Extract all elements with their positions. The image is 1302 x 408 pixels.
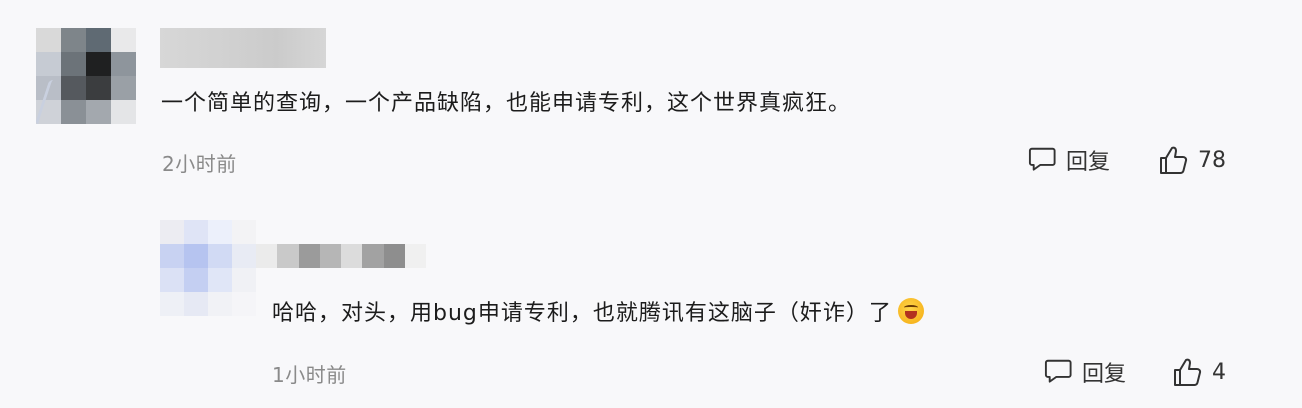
username-mosaic-cell	[404, 244, 426, 268]
avatar-mosaic-cell	[61, 52, 86, 76]
avatar-mosaic-cell	[232, 244, 256, 268]
avatar-mosaic-cell	[208, 292, 232, 316]
comment-text: 一个简单的查询，一个产品缺陷，也能申请专利，这个世界真疯狂。	[161, 91, 852, 116]
comment-text: 哈哈，对头，用bug申请专利，也就腾讯有这脑子（奸诈）了	[272, 298, 924, 330]
comment-bubble-icon	[1044, 357, 1074, 387]
avatar-mosaic-cell	[208, 220, 232, 244]
avatar-mosaic-cell	[160, 220, 184, 244]
avatar-mosaic-cell	[208, 268, 232, 292]
avatar-mosaic-cell	[111, 100, 136, 124]
timestamp: 1小时前	[272, 363, 347, 387]
avatar-mosaic-cell	[160, 268, 184, 292]
avatar-mosaic-cell	[184, 292, 208, 316]
avatar-mosaic-cell	[61, 28, 86, 52]
avatar[interactable]	[34, 28, 136, 124]
reply-button[interactable]: 回复	[1028, 144, 1110, 176]
avatar-mosaic-cell	[184, 220, 208, 244]
avatar-mosaic-cell	[86, 52, 111, 76]
avatar-mosaic-cell	[232, 292, 256, 316]
username-mosaic-cell	[383, 244, 405, 268]
thumbs-up-icon	[1158, 144, 1190, 176]
avatar-mosaic-cell	[232, 268, 256, 292]
like-button[interactable]: 78	[1158, 144, 1226, 176]
avatar-mosaic-cell	[160, 244, 184, 268]
avatar-mosaic-cell	[111, 28, 136, 52]
reply-label: 回复	[1082, 362, 1127, 387]
avatar-mosaic-cell	[111, 76, 136, 100]
comment-text-body: 哈哈，对头，用bug申请专利，也就腾讯有这脑子（奸诈）了	[272, 301, 892, 326]
username-mosaic-cell	[319, 244, 341, 268]
username-mosaic-cell	[298, 244, 320, 268]
avatar-mosaic-cell	[36, 28, 61, 52]
avatar-mosaic-cell	[184, 244, 208, 268]
reply-label: 回复	[1066, 150, 1111, 175]
avatar-mosaic-cell	[36, 52, 61, 76]
avatar-mosaic-cell	[160, 292, 184, 316]
username-mosaic-cell	[362, 244, 384, 268]
avatar-mosaic-cell	[184, 268, 208, 292]
avatar[interactable]	[160, 220, 256, 316]
username-blurred[interactable]	[160, 28, 326, 68]
avatar-mosaic-cell	[86, 76, 111, 100]
avatar-mosaic-cell	[86, 28, 111, 52]
like-count: 78	[1198, 147, 1226, 173]
timestamp: 2小时前	[162, 152, 237, 176]
laughing-face-icon	[897, 298, 924, 324]
username-mosaic-cell	[341, 244, 363, 268]
like-button[interactable]: 4	[1172, 356, 1226, 388]
avatar-mosaic-cell	[232, 220, 256, 244]
avatar-mosaic-cell	[111, 52, 136, 76]
comment-bubble-icon	[1028, 145, 1058, 175]
avatar-mosaic-cell	[86, 100, 111, 124]
like-count: 4	[1212, 359, 1226, 385]
reply-button[interactable]: 回复	[1044, 356, 1126, 388]
thumbs-up-icon	[1172, 356, 1204, 388]
username-mosaic-cell	[277, 244, 299, 268]
avatar-mosaic-cell	[208, 244, 232, 268]
username-blurred[interactable]	[256, 244, 426, 268]
username-mosaic-cell	[256, 244, 278, 268]
